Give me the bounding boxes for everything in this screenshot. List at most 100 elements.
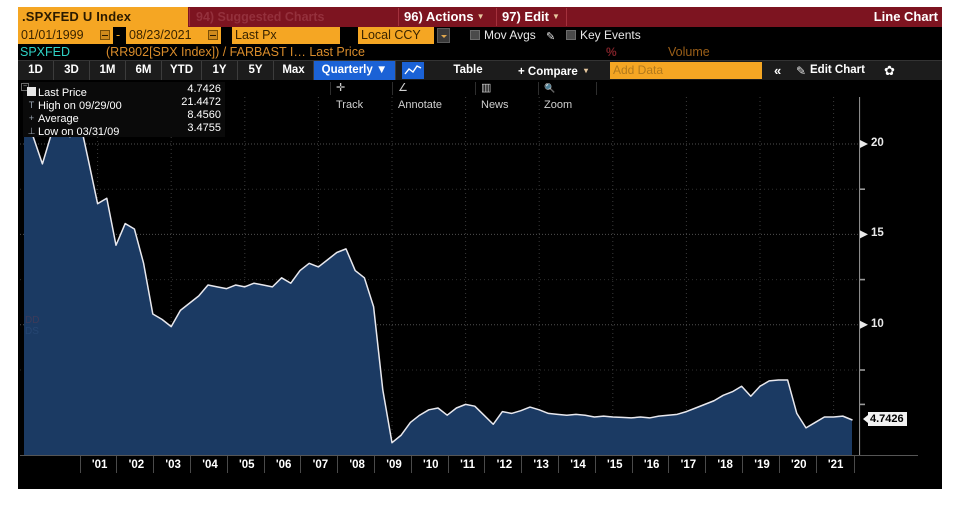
key-events-label: Key Events <box>580 27 641 44</box>
period-frequency-dropdown[interactable]: Quarterly ▼ <box>314 61 396 80</box>
x-axis-label: '05 <box>229 458 265 473</box>
suggested-charts-menu[interactable]: 94) Suggested Charts <box>196 7 325 27</box>
date-range-dash: - <box>116 27 120 44</box>
security-id: SPXFED <box>20 44 70 60</box>
divider <box>496 8 497 26</box>
period-1d[interactable]: 1D <box>18 61 54 80</box>
mov-avgs-checkbox[interactable] <box>470 30 480 40</box>
x-axis-tick <box>632 456 633 473</box>
edit-chart-button[interactable]: Edit Chart <box>810 61 865 80</box>
end-date-input[interactable]: 08/23/2021 <box>126 27 221 44</box>
divider <box>566 8 567 26</box>
period-1y[interactable]: 1Y <box>202 61 238 80</box>
crosshair-icon: ✛ <box>336 82 345 94</box>
x-axis-label: '01 <box>82 458 118 473</box>
x-axis: '01'02'03'04'05'06'07'08'09'10'11'12'13'… <box>20 455 918 476</box>
x-axis-tick <box>80 456 81 473</box>
x-axis-tick <box>779 456 780 473</box>
key-events-checkbox[interactable] <box>566 30 576 40</box>
period-3d[interactable]: 3D <box>54 61 90 80</box>
y-axis-label: 10 <box>871 319 884 330</box>
compare-button[interactable]: + Compare ▾ <box>518 61 588 80</box>
pencil-icon[interactable]: ✎ <box>796 64 806 78</box>
last-price-tag: 4.7426 <box>868 412 907 426</box>
collapse-panel-icon[interactable]: « <box>774 61 781 80</box>
x-axis-label: '15 <box>597 458 633 473</box>
price-field-input[interactable]: Last Px <box>232 27 340 44</box>
x-axis-tick <box>374 456 375 473</box>
x-axis-tick <box>153 456 154 473</box>
low-marker-icon: ⊥ <box>25 126 38 137</box>
x-axis-label: '12 <box>486 458 522 473</box>
magnifier-icon: 🔍 <box>544 83 555 93</box>
line-chart-icon[interactable] <box>402 62 424 79</box>
x-axis-tick <box>264 456 265 473</box>
divider <box>538 82 539 95</box>
calendar-icon[interactable] <box>208 30 218 40</box>
security-ticker-field[interactable]: .SPXFED U Index <box>18 7 188 27</box>
track-tool[interactable]: ✛ Track <box>336 80 363 97</box>
calendar-icon[interactable] <box>100 30 110 40</box>
y-axis-ticks <box>859 97 919 455</box>
x-axis-tick <box>337 456 338 473</box>
table-button[interactable]: Table <box>432 61 504 80</box>
chart-plot-area[interactable]: DDDS <box>20 97 858 455</box>
x-axis-label: '09 <box>376 458 412 473</box>
x-axis-label: '03 <box>155 458 191 473</box>
currency-field[interactable]: Local CCY <box>358 27 434 44</box>
bloomberg-chart-window: .SPXFED U Index 94) Suggested Charts 96)… <box>18 7 942 488</box>
percent-symbol: % <box>606 44 617 60</box>
x-axis-tick <box>854 456 855 473</box>
currency-dropdown-icon[interactable] <box>437 28 450 43</box>
divider <box>330 82 331 95</box>
x-axis-tick <box>484 456 485 473</box>
x-axis-tick <box>300 456 301 473</box>
legend-row-high: THigh on 09/29/0021.4472 <box>25 96 221 109</box>
legend-row-average: +Average8.4560 <box>25 109 221 122</box>
pencil-icon[interactable]: ✎ <box>546 30 555 43</box>
y-axis-label: 20 <box>871 138 884 149</box>
x-axis-label: '17 <box>670 458 706 473</box>
x-axis-tick <box>521 456 522 473</box>
edit-menu[interactable]: 97) Edit▼ <box>502 7 560 27</box>
news-tool[interactable]: ▥ News <box>481 80 509 97</box>
x-axis-label: '08 <box>339 458 375 473</box>
period-toolbar: 1D 3D 1M 6M YTD 1Y 5Y Max Quarterly ▼ Ta… <box>18 60 942 80</box>
angle-icon: ∠ <box>398 82 408 94</box>
watermark: DDDS <box>25 312 47 338</box>
x-axis-tick <box>227 456 228 473</box>
x-axis-label: '16 <box>634 458 670 473</box>
add-data-input[interactable]: Add Data <box>610 62 762 79</box>
period-6m[interactable]: 6M <box>126 61 162 80</box>
gear-icon[interactable]: ✿ <box>884 63 895 79</box>
actions-menu[interactable]: 96) Actions▼ <box>404 7 485 27</box>
x-axis-label: '20 <box>781 458 817 473</box>
legend-row-last-price: Last Price4.7426 <box>25 83 221 96</box>
controls-bar: 01/01/1999 - 08/23/2021 Last Px Local CC… <box>18 27 942 44</box>
period-5y[interactable]: 5Y <box>238 61 274 80</box>
svg-text:DS: DS <box>25 326 39 337</box>
x-axis-label: '11 <box>450 458 486 473</box>
period-max[interactable]: Max <box>274 61 314 80</box>
zoom-tool[interactable]: 🔍 Zoom <box>544 80 572 97</box>
price-area-chart <box>20 97 858 455</box>
x-axis-tick <box>558 456 559 473</box>
security-description-bar: SPXFED (RR902[SPX Index]) / FARBAST I… L… <box>18 44 942 60</box>
y-axis-label: 15 <box>871 228 884 239</box>
news-icon: ▥ <box>481 82 491 94</box>
period-ytd[interactable]: YTD <box>162 61 202 80</box>
mov-avgs-label: Mov Avgs <box>484 27 536 44</box>
start-date-input[interactable]: 01/01/1999 <box>18 27 113 44</box>
divider <box>189 8 190 26</box>
x-axis-label: '10 <box>413 458 449 473</box>
x-axis-label: '21 <box>818 458 854 473</box>
period-1m[interactable]: 1M <box>90 61 126 80</box>
chart-type-label: Line Chart <box>874 7 938 27</box>
svg-text:DD: DD <box>25 315 39 326</box>
x-axis-label: '07 <box>302 458 338 473</box>
divider <box>398 8 399 26</box>
divider <box>475 82 476 95</box>
x-axis-label: '19 <box>744 458 780 473</box>
chevron-down-icon: ▼ <box>552 12 560 21</box>
annotate-tool[interactable]: ∠ Annotate <box>398 80 442 97</box>
